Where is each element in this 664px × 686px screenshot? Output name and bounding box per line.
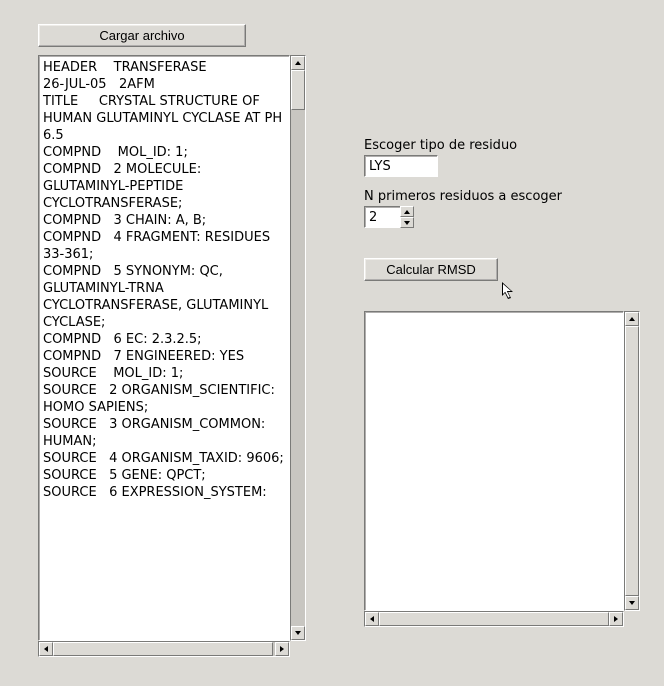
scroll-thumb-vertical[interactable] [291, 70, 305, 110]
scroll-up-button[interactable] [625, 312, 639, 326]
file-vertical-scrollbar[interactable] [290, 55, 306, 641]
spinner-up-button[interactable] [400, 206, 414, 217]
load-file-button[interactable]: Cargar archivo [38, 24, 246, 47]
file-content-textarea[interactable]: HEADER TRANSFERASE 26-JUL-05 2AFM TITLE … [38, 55, 290, 641]
scroll-down-button[interactable] [291, 626, 305, 640]
arrow-right-icon [280, 646, 284, 652]
arrow-up-icon [629, 317, 635, 321]
arrow-left-icon [370, 616, 374, 622]
scroll-track-vertical[interactable] [625, 326, 639, 596]
scroll-corner [624, 611, 640, 627]
residue-type-input[interactable] [364, 155, 438, 177]
result-vertical-scrollbar[interactable] [624, 311, 640, 611]
n-first-label: N primeros residuos a escoger [364, 189, 640, 204]
arrow-up-icon [295, 61, 301, 65]
arrow-down-icon [295, 631, 301, 635]
scroll-up-button[interactable] [291, 56, 305, 70]
scroll-thumb-vertical[interactable] [625, 326, 639, 596]
scroll-left-button[interactable] [365, 612, 379, 626]
n-first-spinner[interactable] [364, 206, 640, 228]
n-first-input[interactable] [364, 206, 400, 228]
scroll-thumb-horizontal[interactable] [53, 642, 273, 656]
scroll-track-horizontal[interactable] [379, 612, 609, 626]
scroll-left-button[interactable] [39, 642, 53, 656]
scroll-track-horizontal[interactable] [53, 642, 275, 656]
result-panel [364, 311, 640, 627]
residue-type-label: Escoger tipo de residuo [364, 138, 640, 153]
arrow-up-icon [404, 210, 410, 214]
arrow-right-icon [614, 616, 618, 622]
file-horizontal-scrollbar[interactable] [38, 641, 290, 657]
calculate-rmsd-button[interactable]: Calcular RMSD [364, 258, 498, 281]
scroll-thumb-horizontal[interactable] [379, 612, 609, 626]
result-textarea[interactable] [364, 311, 624, 611]
arrow-down-icon [404, 221, 410, 225]
result-horizontal-scrollbar[interactable] [364, 611, 624, 627]
scroll-corner [290, 641, 306, 657]
scroll-track-vertical[interactable] [291, 70, 305, 626]
scroll-down-button[interactable] [625, 596, 639, 610]
file-content-panel: HEADER TRANSFERASE 26-JUL-05 2AFM TITLE … [38, 55, 306, 657]
spinner-down-button[interactable] [400, 217, 414, 228]
scroll-right-button[interactable] [275, 642, 289, 656]
scroll-right-button[interactable] [609, 612, 623, 626]
arrow-left-icon [44, 646, 48, 652]
arrow-down-icon [629, 601, 635, 605]
